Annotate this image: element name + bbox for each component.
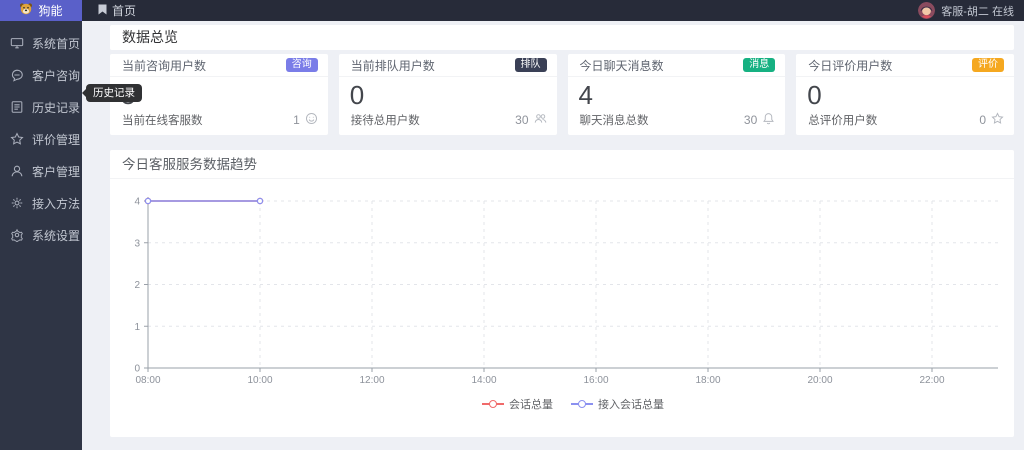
x-tick-label: 08:00 bbox=[135, 375, 160, 386]
card-footer-label: 总评价用户数 bbox=[808, 115, 878, 127]
card-footer: 接待总用户数 30 bbox=[351, 112, 547, 128]
card-badge: 排队 bbox=[514, 58, 547, 72]
data-point bbox=[256, 197, 264, 205]
sidebar-tooltip: 历史记录 bbox=[82, 84, 142, 102]
sidebar-item-customers[interactable]: 客户管理 bbox=[0, 155, 82, 187]
sidebar: 系统首页 客户咨询 历史记录 评价管理 客户管理 接入方法 系统设置 bbox=[0, 21, 82, 450]
stat-card-chat-messages: 今日聊天消息数 消息 4 聊天消息总数 30 bbox=[567, 54, 786, 135]
plug-icon bbox=[10, 196, 24, 210]
y-tick-label: 1 bbox=[134, 322, 140, 333]
legend-marker-icon bbox=[482, 400, 504, 409]
stat-card-rating-users: 今日评价用户数 评价 0 总评价用户数 0 bbox=[796, 54, 1014, 135]
brand-block[interactable]: 狗能 bbox=[0, 0, 82, 21]
sidebar-item-label: 客户管理 bbox=[32, 164, 81, 179]
card-header: 当前排队用户数 排队 bbox=[338, 54, 557, 77]
card-title: 今日聊天消息数 bbox=[579, 58, 664, 73]
stat-cards: 当前咨询用户数 咨询 5 当前在线客服数 1 当前排队用户数 排队 0 接待总用… bbox=[110, 54, 1014, 135]
x-tick-label: 18:00 bbox=[695, 375, 720, 386]
card-footer: 总评价用户数 0 bbox=[808, 112, 1004, 128]
card-badge: 咨询 bbox=[285, 58, 318, 72]
card-footer-label: 接待总用户数 bbox=[350, 115, 420, 127]
y-tick-label: 4 bbox=[134, 197, 140, 208]
dog-logo-icon bbox=[19, 2, 33, 19]
x-tick-label: 16:00 bbox=[583, 375, 608, 386]
card-value: 0 bbox=[349, 80, 365, 110]
sidebar-item-label: 历史记录 bbox=[32, 100, 81, 115]
data-point bbox=[144, 197, 152, 205]
chart-legend: 会话总量 接入会话总量 bbox=[148, 397, 998, 411]
card-footer-value: 30 bbox=[515, 113, 529, 127]
legend-label: 会话总量 bbox=[509, 399, 553, 411]
tab-home[interactable]: 首页 bbox=[86, 0, 148, 21]
card-value: 5 bbox=[110, 77, 328, 111]
sidebar-item-settings[interactable]: 系统设置 bbox=[0, 219, 82, 251]
sidebar-item-label: 评价管理 bbox=[32, 132, 81, 147]
card-footer-label: 当前在线客服数 bbox=[122, 115, 203, 127]
bookmark-icon bbox=[98, 4, 107, 18]
y-tick-label: 2 bbox=[134, 280, 140, 291]
sidebar-item-label: 系统设置 bbox=[32, 228, 81, 243]
brand-title: 狗能 bbox=[38, 4, 63, 18]
card-badge: 评价 bbox=[972, 58, 1004, 72]
user-icon bbox=[10, 164, 24, 178]
chat-icon bbox=[10, 68, 24, 82]
legend-marker-icon bbox=[571, 400, 593, 409]
card-badge: 消息 bbox=[743, 58, 776, 72]
sidebar-item-history[interactable]: 历史记录 bbox=[0, 91, 82, 123]
topbar: 狗能 首页 客服-胡二 在线 bbox=[0, 0, 1024, 21]
sidebar-item-reviews[interactable]: 评价管理 bbox=[0, 123, 82, 155]
gear-icon bbox=[10, 228, 24, 242]
x-tick-label: 14:00 bbox=[471, 375, 496, 386]
card-footer-value: 1 bbox=[293, 113, 300, 127]
card-title: 当前咨询用户数 bbox=[122, 58, 207, 73]
sidebar-item-label: 接入方法 bbox=[32, 196, 81, 211]
card-footer: 聊天消息总数 30 bbox=[580, 112, 776, 128]
sidebar-item-label: 客户咨询 bbox=[32, 68, 81, 83]
card-title: 今日评价用户数 bbox=[808, 58, 893, 73]
x-tick-label: 10:00 bbox=[247, 375, 272, 386]
card-footer: 当前在线客服数 1 bbox=[122, 112, 318, 128]
sidebar-item-home[interactable]: 系统首页 bbox=[0, 27, 82, 59]
sidebar-item-label: 系统首页 bbox=[32, 36, 81, 51]
star-icon bbox=[10, 132, 24, 146]
user-area[interactable]: 客服-胡二 在线 bbox=[918, 0, 1024, 21]
x-tick-label: 12:00 bbox=[359, 375, 384, 386]
overview-title: 数据总览 bbox=[110, 25, 1014, 50]
bell-icon bbox=[762, 112, 775, 128]
card-header: 当前咨询用户数 咨询 bbox=[110, 54, 328, 77]
card-value: 0 bbox=[807, 80, 822, 110]
users-icon bbox=[534, 112, 547, 128]
monitor-icon bbox=[10, 36, 24, 50]
trend-chart-svg: 0 1 2 3 4 08:00 10:00 12:00 14:00 16:00 18:00 20:00… bbox=[134, 197, 998, 386]
smiley-icon bbox=[305, 112, 318, 128]
y-tick-label: 3 bbox=[134, 238, 140, 249]
history-icon bbox=[10, 100, 24, 114]
trend-chart-panel: 今日客服服务数据趋势 0 1 2 3 4 08:00 10:00 12:00 14:00 16:0… bbox=[110, 150, 1014, 437]
stat-card-queue-users: 当前排队用户数 排队 0 接待总用户数 30 bbox=[338, 54, 557, 135]
card-header: 今日聊天消息数 消息 bbox=[567, 54, 786, 77]
card-footer-value: 0 bbox=[979, 113, 986, 127]
sidebar-item-consult[interactable]: 客户咨询 bbox=[0, 59, 82, 91]
x-tick-label: 20:00 bbox=[807, 375, 832, 386]
legend-item[interactable]: 接入会话总量 bbox=[571, 397, 664, 411]
tab-home-label: 首页 bbox=[112, 4, 137, 18]
y-tick-label: 0 bbox=[134, 364, 140, 375]
sidebar-item-access[interactable]: 接入方法 bbox=[0, 187, 82, 219]
card-footer-label: 聊天消息总数 bbox=[579, 115, 649, 127]
legend-item[interactable]: 会话总量 bbox=[482, 397, 553, 411]
star-icon bbox=[991, 112, 1004, 128]
user-avatar bbox=[918, 2, 936, 19]
user-status: 客服-胡二 在线 bbox=[941, 5, 1014, 18]
card-title: 当前排队用户数 bbox=[350, 58, 435, 73]
stat-card-consulting-users: 当前咨询用户数 咨询 5 当前在线客服数 1 bbox=[110, 54, 328, 135]
x-tick-label: 22:00 bbox=[919, 375, 944, 386]
card-value: 4 bbox=[578, 80, 593, 110]
legend-label: 接入会话总量 bbox=[598, 399, 664, 411]
card-header: 今日评价用户数 评价 bbox=[796, 54, 1014, 77]
card-footer-value: 30 bbox=[743, 113, 758, 127]
